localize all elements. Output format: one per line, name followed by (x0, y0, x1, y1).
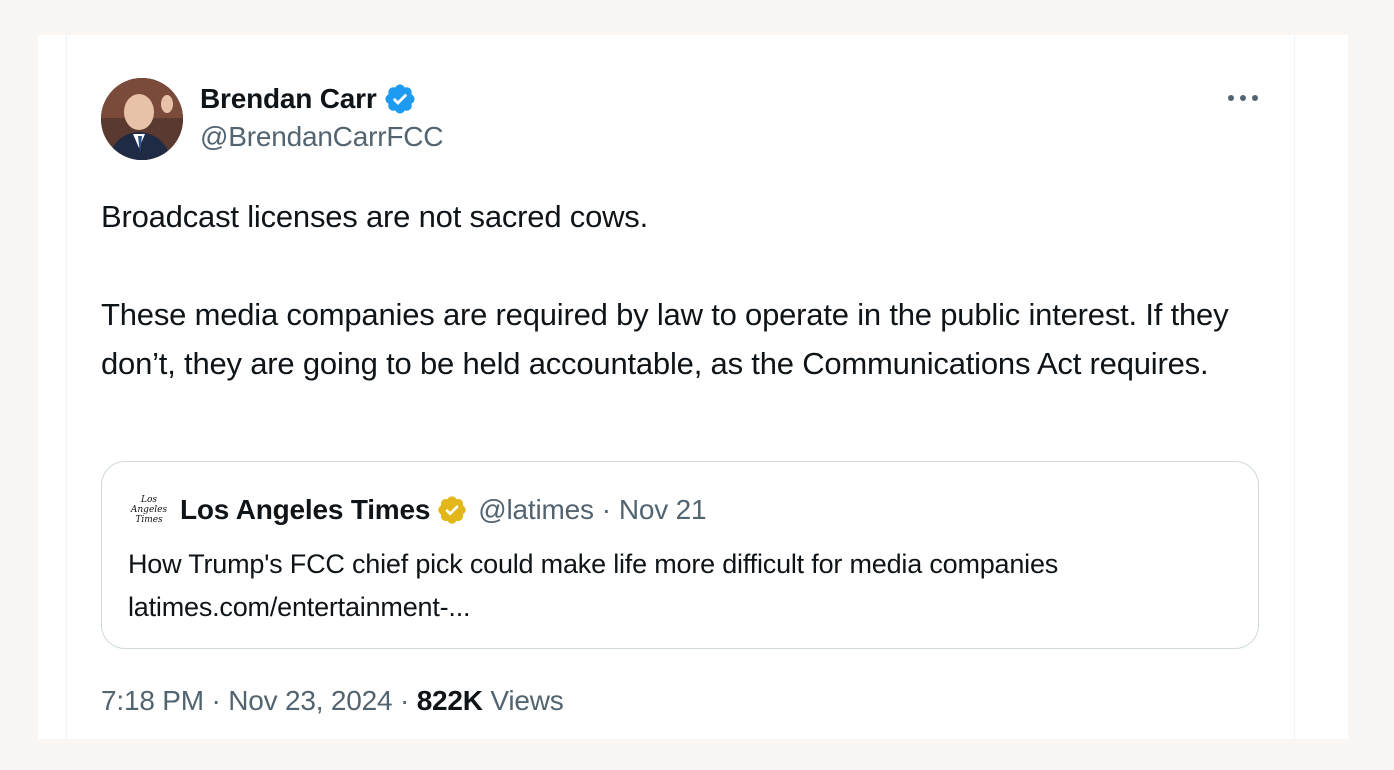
tweet-card[interactable]: Brendan Carr @BrendanCarrFCC Broadcast l… (66, 35, 1295, 739)
author-display-name[interactable]: Brendan Carr (200, 83, 377, 115)
gold-check-icon[interactable] (436, 494, 468, 526)
more-horizontal-icon[interactable] (1223, 83, 1263, 113)
quoted-tweet-header: Los Angeles Times Los Angeles Times @lat… (128, 489, 707, 531)
avatar-photo-icon (101, 78, 183, 160)
quoted-handle[interactable]: @latimes (478, 494, 594, 526)
quoted-display-name[interactable]: Los Angeles Times (180, 494, 430, 526)
tweet-text: Broadcast licenses are not sacred cows. … (101, 192, 1231, 388)
screenshot-frame: Brendan Carr @BrendanCarrFCC Broadcast l… (38, 35, 1348, 739)
blue-check-icon[interactable] (383, 82, 417, 116)
quoted-tweet-text: How Trump's FCC chief pick could make li… (128, 549, 1059, 622)
logo-line: Times (135, 515, 163, 525)
author-handle[interactable]: @BrendanCarrFCC (200, 121, 443, 153)
separator-dot: · (601, 494, 611, 525)
quoted-tweet-card[interactable]: Los Angeles Times Los Angeles Times @lat… (101, 461, 1259, 649)
author-name-row: Brendan Carr (200, 80, 417, 118)
latimes-logo-icon[interactable]: Los Angeles Times (128, 489, 170, 531)
separator-dot: · (211, 685, 221, 716)
quoted-date[interactable]: Nov 21 (619, 494, 707, 526)
author-avatar[interactable] (101, 78, 183, 160)
tweet-paragraph: These media companies are required by la… (101, 297, 1229, 381)
tweet-date[interactable]: Nov 23, 2024 (228, 685, 392, 716)
views-count[interactable]: 822K (417, 685, 483, 716)
tweet-time[interactable]: 7:18 PM (101, 685, 204, 716)
tweet-paragraph: Broadcast licenses are not sacred cows. (101, 199, 649, 234)
separator-dot: · (399, 685, 410, 716)
views-label: Views (490, 685, 564, 716)
tweet-meta: 7:18 PM · Nov 23, 2024 · 822K Views (101, 685, 564, 717)
logo-line: Los (140, 495, 157, 505)
logo-line: Angeles (130, 505, 168, 515)
